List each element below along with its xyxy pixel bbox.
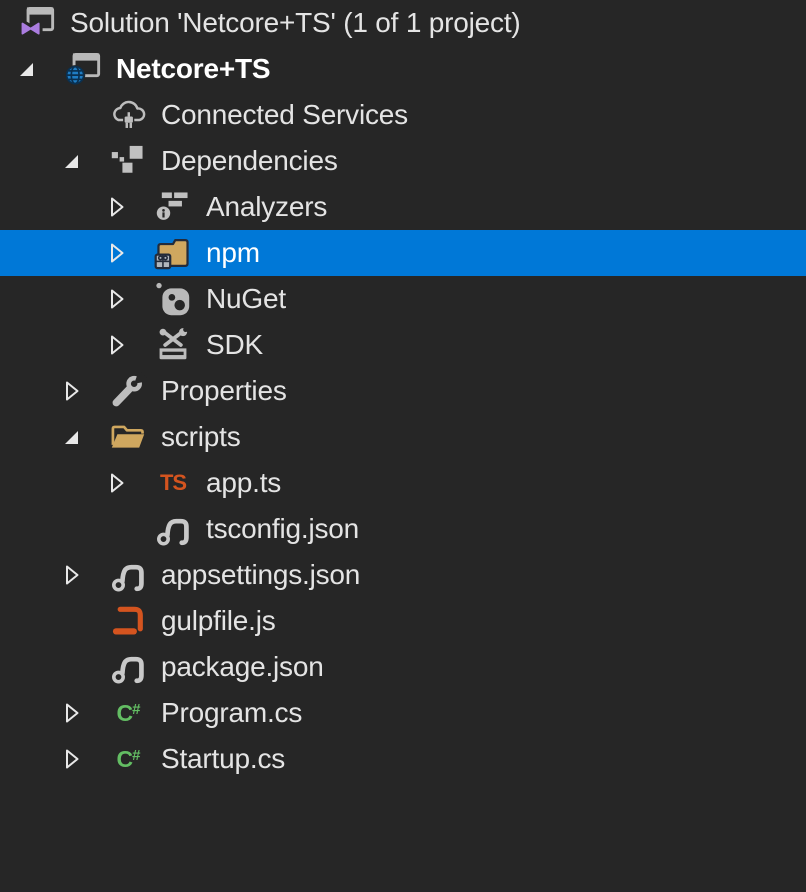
item-icon-box	[154, 326, 192, 364]
item-label: gulpfile.js	[161, 598, 276, 644]
analyzers-icon	[154, 188, 192, 226]
expand-toggle[interactable]	[61, 563, 83, 587]
item-label: Connected Services	[161, 92, 408, 138]
expand-toggle[interactable]	[61, 747, 83, 771]
dependencies-icon	[109, 142, 147, 180]
gulp-file-icon	[109, 602, 147, 640]
item-icon-box	[109, 372, 147, 410]
item-icon-box	[64, 50, 102, 88]
chevron-collapsed-icon	[107, 242, 127, 264]
item-icon-box	[154, 280, 192, 318]
solution-icon	[18, 4, 56, 42]
sdk-icon	[154, 326, 192, 364]
chevron-collapsed-icon	[62, 380, 82, 402]
expand-toggle[interactable]	[61, 149, 83, 173]
item-label: Program.cs	[161, 690, 302, 736]
item-label: app.ts	[206, 460, 281, 506]
csharp-icon: C#	[117, 746, 140, 773]
tree-item-sdk[interactable]: SDK	[0, 322, 806, 368]
tree-item-netcore-ts[interactable]: Netcore+TS	[0, 46, 806, 92]
item-label: Dependencies	[161, 138, 338, 184]
item-icon-box: C#	[109, 740, 147, 778]
tree-item-appsettings-json[interactable]: appsettings.json	[0, 552, 806, 598]
expand-toggle[interactable]	[61, 701, 83, 725]
chevron-collapsed-icon	[107, 196, 127, 218]
item-icon-box	[154, 234, 192, 272]
tree-item-startup-cs[interactable]: C# Startup.cs	[0, 736, 806, 782]
item-icon-box	[18, 4, 56, 42]
tree-item-nuget[interactable]: NuGet	[0, 276, 806, 322]
expand-toggle[interactable]	[106, 241, 128, 265]
item-label: NuGet	[206, 276, 286, 322]
chevron-expanded-icon	[17, 58, 37, 80]
item-label: package.json	[161, 644, 324, 690]
expand-toggle[interactable]	[61, 425, 83, 449]
chevron-expanded-icon	[62, 150, 82, 172]
chevron-expanded-icon	[62, 426, 82, 448]
csharp-icon: C#	[117, 700, 140, 727]
tree-item-dependencies[interactable]: Dependencies	[0, 138, 806, 184]
item-icon-box	[109, 648, 147, 686]
expand-toggle[interactable]	[61, 379, 83, 403]
web-project-icon	[64, 50, 102, 88]
expand-toggle[interactable]	[106, 471, 128, 495]
expand-toggle[interactable]	[16, 57, 38, 81]
json-file-icon	[109, 648, 147, 686]
item-icon-box	[109, 418, 147, 456]
item-label: Netcore+TS	[116, 46, 270, 92]
item-label: Startup.cs	[161, 736, 285, 782]
expand-toggle[interactable]	[106, 195, 128, 219]
typescript-icon: TS	[160, 470, 186, 496]
tree-item-gulpfile-js[interactable]: gulpfile.js	[0, 598, 806, 644]
item-label: npm	[206, 230, 260, 276]
chevron-spacer	[61, 103, 83, 127]
item-icon-box	[154, 188, 192, 226]
chevron-spacer	[61, 655, 83, 679]
tree-item-npm[interactable]: npm	[0, 230, 806, 276]
chevron-collapsed-icon	[62, 564, 82, 586]
json-file-icon	[154, 510, 192, 548]
item-icon-box	[109, 142, 147, 180]
item-label: scripts	[161, 414, 241, 460]
chevron-collapsed-icon	[107, 288, 127, 310]
tree-item-connected-services[interactable]: Connected Services	[0, 92, 806, 138]
chevron-collapsed-icon	[62, 702, 82, 724]
chevron-collapsed-icon	[107, 334, 127, 356]
item-label: SDK	[206, 322, 263, 368]
item-label: appsettings.json	[161, 552, 360, 598]
item-icon-box	[109, 602, 147, 640]
item-label: tsconfig.json	[206, 506, 359, 552]
expand-toggle[interactable]	[106, 287, 128, 311]
open-folder-icon	[109, 418, 147, 456]
item-icon-box	[109, 96, 147, 134]
tree-item-tsconfig-json[interactable]: tsconfig.json	[0, 506, 806, 552]
tree-item-properties[interactable]: Properties	[0, 368, 806, 414]
chevron-collapsed-icon	[107, 472, 127, 494]
tree-item-scripts[interactable]: scripts	[0, 414, 806, 460]
chevron-spacer	[106, 517, 128, 541]
tree-item-analyzers[interactable]: Analyzers	[0, 184, 806, 230]
tree-item-program-cs[interactable]: C# Program.cs	[0, 690, 806, 736]
tree-item-package-json[interactable]: package.json	[0, 644, 806, 690]
solution-explorer-tree: Solution 'Netcore+TS' (1 of 1 project) N…	[0, 0, 806, 892]
item-icon-box: C#	[109, 694, 147, 732]
json-file-icon	[109, 556, 147, 594]
item-icon-box: TS	[154, 464, 192, 502]
connected-services-icon	[109, 96, 147, 134]
chevron-spacer	[61, 609, 83, 633]
chevron-collapsed-icon	[62, 748, 82, 770]
item-label: Properties	[161, 368, 287, 414]
item-label: Analyzers	[206, 184, 327, 230]
item-icon-box	[109, 556, 147, 594]
nuget-icon	[154, 280, 192, 318]
tree-item-app-ts[interactable]: TS app.ts	[0, 460, 806, 506]
item-label: Solution 'Netcore+TS' (1 of 1 project)	[70, 0, 521, 46]
tree-item-solution-netcore-ts-1-of-1-project[interactable]: Solution 'Netcore+TS' (1 of 1 project)	[0, 0, 806, 46]
item-icon-box	[154, 510, 192, 548]
npm-folder-icon	[154, 234, 192, 272]
wrench-icon	[109, 372, 147, 410]
expand-toggle[interactable]	[106, 333, 128, 357]
